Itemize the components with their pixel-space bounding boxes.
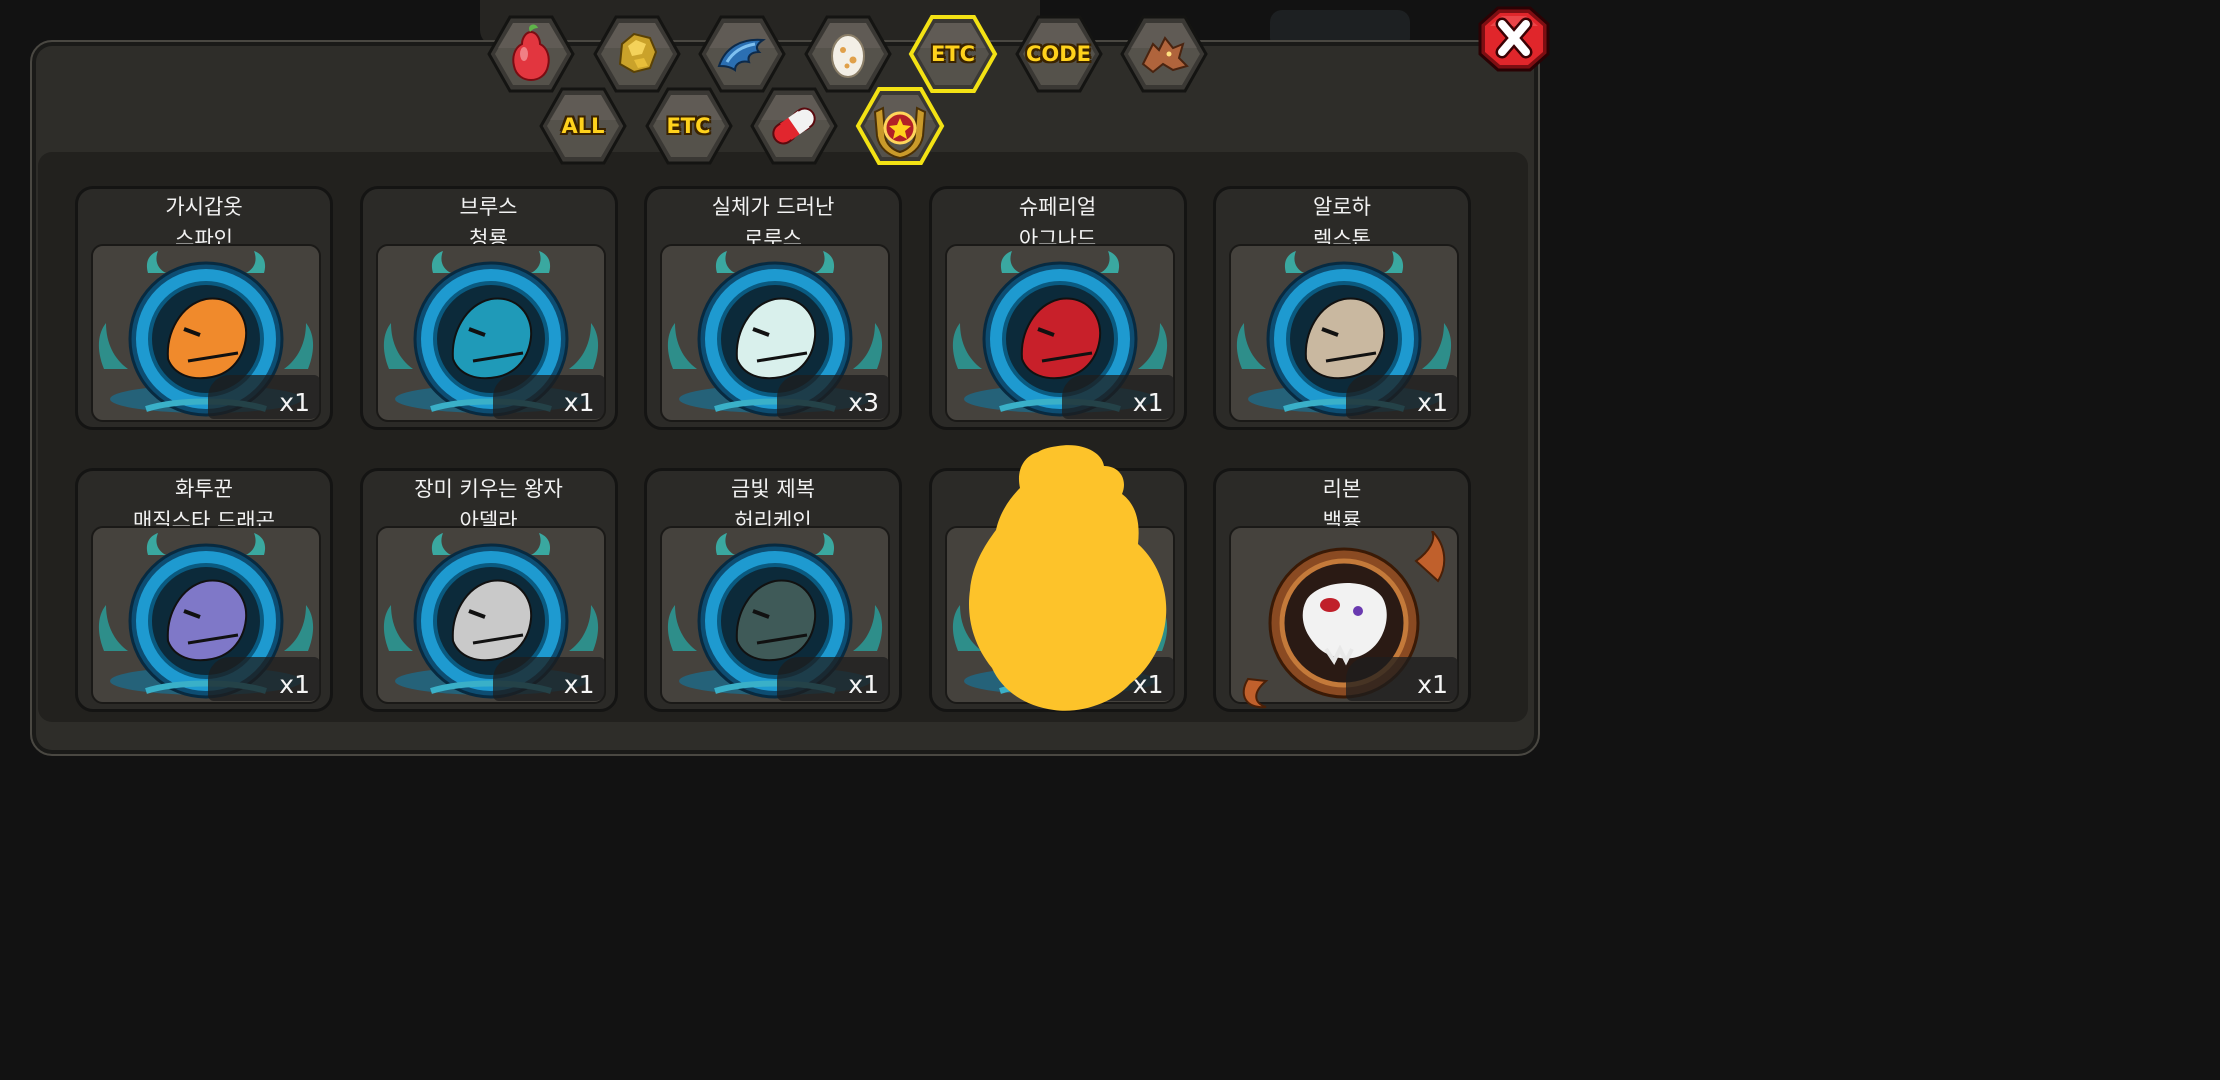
item-count: x1 bbox=[279, 670, 310, 699]
gold-tab[interactable] bbox=[592, 14, 682, 94]
all-tab[interactable]: ALL bbox=[538, 86, 628, 166]
item-count: x1 bbox=[848, 670, 879, 699]
item-card[interactable]: 화투꾼 매직스타 드래곤 x1 bbox=[75, 468, 333, 712]
item-card[interactable]: 실체가 드러난 로루스 x3 bbox=[644, 186, 902, 430]
hex-frame bbox=[698, 15, 786, 93]
code-tab[interactable]: CODE bbox=[1014, 14, 1104, 94]
egg-icon bbox=[830, 34, 865, 78]
fruit-tab[interactable] bbox=[486, 14, 576, 94]
item-count: x1 bbox=[1417, 388, 1448, 417]
item-count: x1 bbox=[563, 670, 595, 699]
close-x-icon bbox=[1478, 6, 1550, 72]
item-card[interactable]: 금빛 제복 허리케인 x1 bbox=[644, 468, 902, 712]
etc-tab-top[interactable]: ETC bbox=[908, 14, 998, 94]
tab-label: ETC bbox=[666, 114, 711, 138]
item-card[interactable]: 알로하 렉스톤 x1 bbox=[1213, 186, 1471, 430]
item-card[interactable]: 가시갑옷 스파인 x1 bbox=[75, 186, 333, 430]
hex-frame bbox=[1120, 15, 1208, 93]
hex-frame bbox=[803, 15, 892, 93]
censor-blot bbox=[968, 445, 1167, 711]
tab-label: ALL bbox=[561, 114, 605, 138]
scale-tab[interactable] bbox=[697, 14, 787, 94]
close-button[interactable] bbox=[1478, 6, 1550, 72]
egg-tab[interactable] bbox=[803, 14, 893, 94]
item-card[interactable]: 브루스 청룡 x1 bbox=[359, 186, 618, 430]
item-count: x1 bbox=[1132, 388, 1164, 417]
tab-label: CODE bbox=[1025, 42, 1092, 66]
item-card[interactable]: 슈페리얼 아그나드 x1 bbox=[928, 186, 1187, 430]
item-count: x1 bbox=[1417, 670, 1448, 699]
capsule-tab[interactable] bbox=[749, 86, 839, 166]
item-count: x1 bbox=[563, 388, 595, 417]
item-count: x3 bbox=[848, 388, 879, 417]
badge-tab[interactable] bbox=[855, 86, 945, 166]
hex-frame bbox=[592, 15, 681, 93]
item-count: x1 bbox=[279, 388, 310, 417]
etc-tab-sub[interactable]: ETC bbox=[644, 86, 734, 166]
dragon-tab[interactable] bbox=[1119, 14, 1209, 94]
hex-frame bbox=[855, 87, 944, 165]
hex-frame bbox=[487, 15, 575, 93]
hex-frame bbox=[750, 87, 838, 165]
tab-label: ETC bbox=[930, 42, 976, 66]
item-card[interactable]: 리본 백룡 x1 bbox=[1213, 468, 1471, 712]
item-card[interactable]: 장미 키우는 왕자 아델라 x1 bbox=[359, 468, 618, 712]
